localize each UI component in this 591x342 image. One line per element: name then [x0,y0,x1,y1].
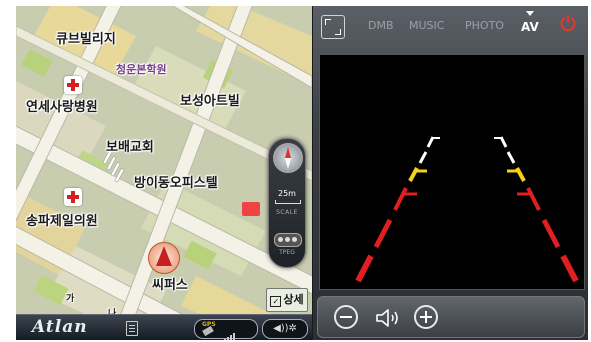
tab-photo[interactable]: PHOTO [465,19,504,32]
tab-music[interactable]: MUSIC [409,19,444,32]
device-screen: 큐브빌리지 청운본학원 연세사랑병원 보성아트빌 보배교회 방이동오피스텔 송파… [16,6,588,340]
tab-dmb[interactable]: DMB [368,19,394,32]
map-label: 방이동오피스텔 [134,176,218,191]
map-label: 연세사랑병원 [26,100,98,115]
speaker-icon [376,309,398,327]
map-label: 송파제일의원 [26,214,98,229]
av-panel: DMB MUSIC PHOTO AV [313,6,588,340]
scale-value: 25m [278,189,296,198]
atlan-logo: Atlan [32,317,88,337]
volume-down-button[interactable] [334,305,358,329]
active-tab-indicator-icon [526,11,534,16]
av-top-bar: DMB MUSIC PHOTO AV [313,6,588,46]
tab-av[interactable]: AV [521,20,539,34]
gps-status-button[interactable]: GPS [194,319,258,340]
tpeg-label: TPEG [279,249,295,256]
volume-up-button[interactable] [414,305,438,329]
fullscreen-icon[interactable] [321,15,345,39]
power-icon[interactable] [559,14,577,32]
menu-icon[interactable] [126,321,138,336]
checkbox-icon: ✓ [270,296,282,307]
volume-brightness-button[interactable]: ◀))✲ [262,319,308,339]
scale-bar [275,200,301,204]
map-label: 가 [66,294,75,304]
parking-guide-lines [355,136,579,283]
volume-control-bar [317,296,585,338]
scale-label: SCALE [276,209,298,216]
map-label: 보배교회 [106,140,154,155]
map-label: 씨퍼스 [152,278,188,293]
navigation-map[interactable]: 큐브빌리지 청운본학원 연세사랑병원 보성아트빌 보배교회 방이동오피스텔 송파… [16,6,312,340]
car-position-icon [148,242,180,274]
compass-icon[interactable] [273,143,303,173]
signal-icon [221,325,236,340]
detail-label: 상세 [283,293,304,306]
tpeg-icon[interactable] [274,233,302,247]
hospital-icon [64,188,82,206]
map-label: 보성아트빌 [180,94,240,109]
map-control-panel: 25m SCALE TPEG [268,138,306,268]
rear-camera-view [319,54,585,290]
navigation-status-bar: Atlan GPS ◀))✲ [16,314,312,340]
detail-toggle-button[interactable]: ✓ 상세 [266,288,308,312]
hospital-icon [64,76,82,94]
map-label: 청운본학원 [116,63,167,76]
map-label: 큐브빌리지 [56,32,116,47]
